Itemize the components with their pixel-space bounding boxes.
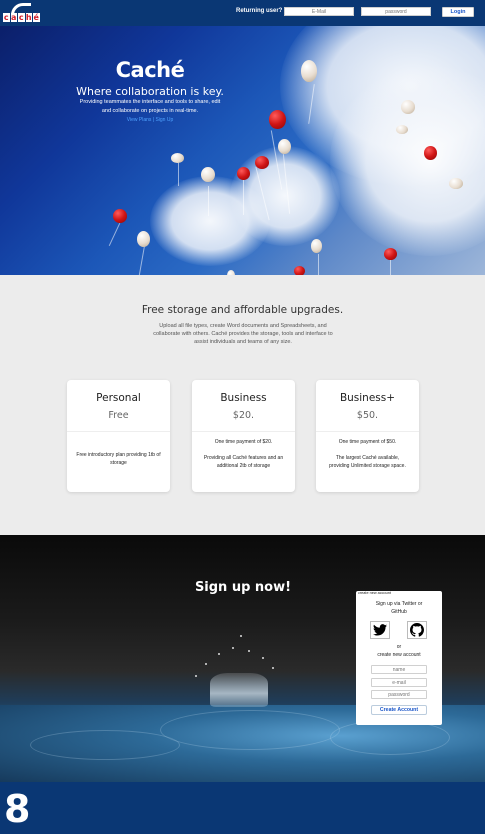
plan-name: Business bbox=[220, 392, 267, 404]
plan-card-business[interactable]: Business $20. One time payment of $20. P… bbox=[192, 380, 295, 492]
plan-description: One time payment of $20. bbox=[214, 439, 273, 445]
water-drop bbox=[262, 657, 264, 659]
balloon-string bbox=[243, 180, 244, 215]
balloon-string bbox=[136, 246, 145, 275]
water-splash-image bbox=[210, 673, 268, 707]
logo-letter: h bbox=[25, 13, 32, 22]
twitter-button[interactable] bbox=[370, 621, 390, 639]
plan-description: Free introductory plan providing 1tb of … bbox=[76, 452, 161, 466]
balloon-image bbox=[384, 248, 397, 260]
hero-section: Caché Where collaboration is key. Provid… bbox=[0, 26, 485, 275]
create-new-account-text: create new account bbox=[377, 652, 421, 658]
card-divider bbox=[192, 431, 295, 432]
balloon-image bbox=[201, 167, 215, 182]
balloon-image bbox=[301, 60, 317, 82]
plan-name: Business+ bbox=[339, 392, 396, 404]
plan-price: $50. bbox=[356, 410, 379, 421]
card-divider bbox=[316, 431, 419, 432]
logo-letter: a bbox=[10, 13, 17, 22]
balloon-image bbox=[171, 153, 184, 163]
logo-wordmark: c a c h é bbox=[3, 13, 40, 22]
plan-description: Providing all Caché features and an addi… bbox=[203, 455, 284, 469]
water-drop bbox=[232, 647, 234, 649]
balloon-string bbox=[208, 186, 209, 216]
balloon-string bbox=[178, 161, 179, 186]
balloon-image bbox=[424, 146, 437, 160]
balloon-image bbox=[401, 100, 415, 114]
water-drop bbox=[195, 675, 197, 677]
water-drop bbox=[218, 653, 220, 655]
logo-letter: é bbox=[33, 13, 40, 22]
logo-letter: c bbox=[18, 13, 25, 22]
card-divider bbox=[67, 431, 170, 432]
balloon-image bbox=[311, 239, 322, 253]
water-ripple bbox=[330, 720, 450, 755]
plan-card-business-plus[interactable]: Business+ $50. One time payment of $50. … bbox=[316, 380, 419, 492]
cloud-image bbox=[230, 146, 340, 246]
hero-title: Caché bbox=[115, 58, 185, 82]
water-ripple bbox=[160, 710, 340, 750]
signup-email-input[interactable] bbox=[371, 678, 427, 687]
hero-subtitle: Where collaboration is key. bbox=[76, 85, 224, 98]
balloon-string bbox=[318, 254, 319, 275]
signup-panel: create new account Sign up via Twitter o… bbox=[356, 591, 442, 725]
top-nav: c a c h é Returning user? Login bbox=[0, 0, 485, 26]
github-icon bbox=[410, 623, 424, 637]
github-button[interactable] bbox=[407, 621, 427, 639]
or-text: or bbox=[396, 644, 402, 650]
signup-via-text: Sign up via Twitter or GitHub bbox=[375, 601, 423, 615]
balloon-image bbox=[237, 167, 250, 180]
balloon-image bbox=[449, 178, 463, 189]
balloon-image bbox=[396, 125, 408, 134]
signup-section: Sign up now! create new account Sign up … bbox=[0, 535, 485, 782]
balloon-image bbox=[113, 209, 127, 223]
balloon-image bbox=[255, 156, 269, 169]
balloon-string bbox=[390, 258, 391, 275]
cache-logo[interactable]: c a c h é bbox=[3, 3, 47, 24]
plan-description: One time payment of $50. bbox=[338, 439, 397, 445]
signup-title: Sign up now! bbox=[194, 580, 292, 595]
signup-password-input[interactable] bbox=[371, 690, 427, 699]
plan-price: Free bbox=[108, 410, 129, 421]
balloon-string bbox=[108, 222, 121, 247]
pricing-section: Free storage and affordable upgrades. Up… bbox=[0, 275, 485, 535]
pricing-title: Free storage and affordable upgrades. bbox=[141, 304, 344, 316]
login-button[interactable]: Login bbox=[442, 7, 474, 17]
water-ripple bbox=[30, 730, 180, 760]
water-drop bbox=[248, 650, 250, 652]
login-password-input[interactable] bbox=[361, 7, 431, 16]
hero-description: Providing teammates the interface and to… bbox=[79, 99, 221, 114]
signup-name-input[interactable] bbox=[371, 665, 427, 674]
plan-name: Personal bbox=[96, 392, 141, 404]
balloon-image bbox=[294, 266, 305, 275]
pricing-description: Upload all file types, create Word docum… bbox=[153, 323, 333, 345]
plan-price: $20. bbox=[232, 410, 255, 421]
plan-description: The largest Caché available, providing U… bbox=[329, 455, 406, 469]
create-account-button[interactable]: Create Account bbox=[371, 705, 427, 715]
balloon-image bbox=[137, 231, 150, 247]
water-drop bbox=[205, 663, 207, 665]
panel-header: create new account bbox=[358, 591, 391, 595]
returning-user-label: Returning user? bbox=[236, 8, 283, 14]
footer-number: 8 bbox=[4, 787, 31, 831]
footer: 8 bbox=[0, 782, 485, 834]
login-email-input[interactable] bbox=[284, 7, 354, 16]
logo-letter: c bbox=[3, 13, 10, 22]
water-drop bbox=[240, 635, 242, 637]
water-drop bbox=[272, 667, 274, 669]
twitter-icon bbox=[373, 624, 387, 636]
balloon-image bbox=[278, 139, 291, 154]
plan-card-personal[interactable]: Personal Free Free introductory plan pro… bbox=[67, 380, 170, 492]
hero-links[interactable]: View Plans | Sign Up bbox=[0, 117, 300, 123]
